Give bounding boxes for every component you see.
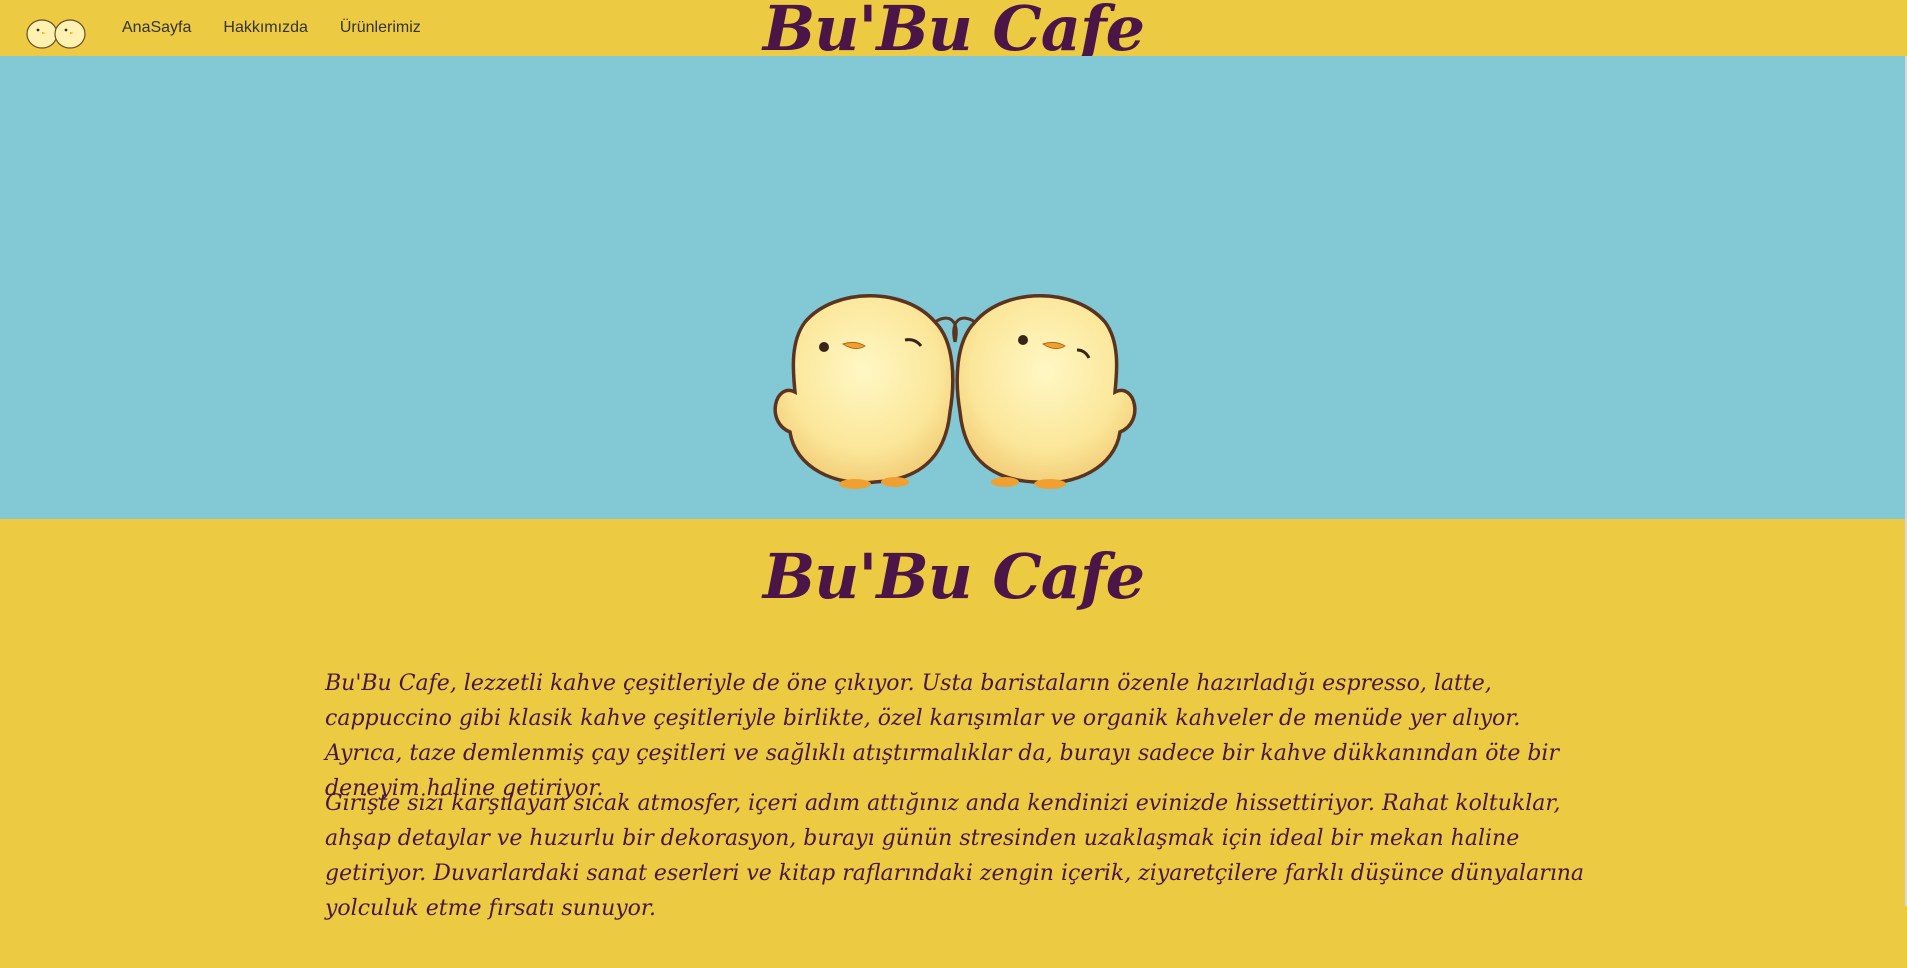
- content-title: Bu'Bu Cafe: [762, 540, 1145, 613]
- content-paragraph-1: Bu'Bu Cafe, lezzetli kahve çeşitleriyle …: [325, 671, 1559, 801]
- two-chicks-illustration: [773, 294, 1137, 489]
- content-paragraph-2: Girişte sizi karşılayan sıcak atmosfer, …: [325, 791, 1585, 921]
- hero-banner: [0, 56, 1905, 519]
- navbar: AnaSayfa Hakkımızda Ürünlerimiz Bu'Bu Ca…: [0, 0, 1907, 65]
